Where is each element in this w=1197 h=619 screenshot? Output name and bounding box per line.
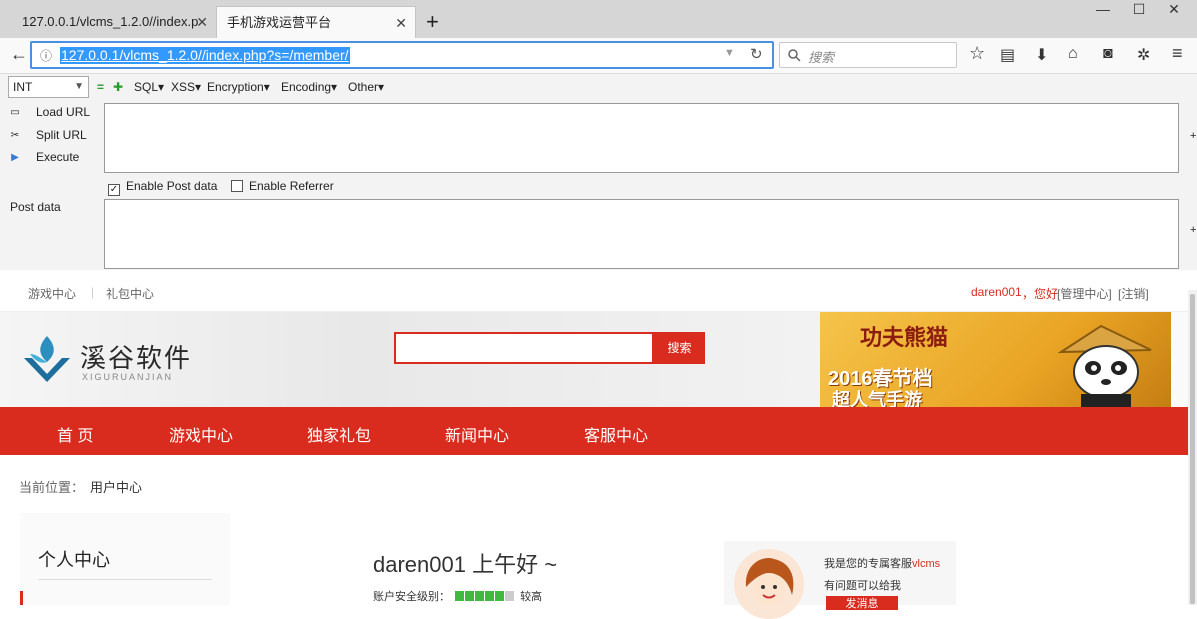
- menu-icon[interactable]: ≡: [1172, 43, 1183, 64]
- banner-title: 功夫熊猫: [860, 325, 949, 350]
- split-url-button[interactable]: ✂ Split URL: [8, 128, 87, 143]
- service-agent-name: vlcms: [912, 558, 941, 570]
- logo-icon[interactable]: [20, 332, 74, 386]
- menu-encryption[interactable]: Encryption▾: [207, 80, 270, 94]
- textarea-scroll-icon[interactable]: +: [1190, 130, 1196, 142]
- search-icon: [788, 49, 801, 62]
- tab-label: 手机游戏运营平台: [227, 15, 332, 30]
- breadcrumb-label: 当前位置：: [19, 480, 85, 495]
- execute-button[interactable]: ▶ Execute: [8, 150, 79, 165]
- dropdown-icon[interactable]: ▼: [724, 47, 735, 59]
- browser-search-input[interactable]: 搜索: [779, 42, 957, 68]
- search-placeholder: 搜索: [808, 50, 835, 65]
- topnav-admin-link[interactable]: [管理中心]: [1057, 285, 1112, 302]
- extension-icon[interactable]: ✲: [1137, 45, 1150, 65]
- home-icon[interactable]: ⌂: [1068, 45, 1078, 63]
- enable-referrer-checkbox[interactable]: Enable Referrer: [231, 179, 334, 193]
- security-level: 账户安全级别： 较高: [373, 588, 542, 604]
- info-icon[interactable]: ⓘ: [40, 47, 52, 64]
- increase-icon[interactable]: ✚: [113, 80, 123, 94]
- banner-line-3: 超人气手游: [832, 390, 922, 407]
- panda-illustration-icon: [1057, 324, 1152, 407]
- website: 游戏中心 | 礼包中心 daren001 ，您好 [管理中心] [注销] 溪谷软…: [0, 270, 1197, 619]
- divider: [38, 579, 212, 580]
- new-tab-icon[interactable]: +: [426, 8, 439, 36]
- url-bar[interactable]: ⓘ 127.0.0.1/vlcms_1.2.0//index.php?s=/me…: [30, 41, 774, 69]
- tab-active[interactable]: 手机游戏运营平台 ✕: [216, 6, 416, 38]
- topnav-logout-link[interactable]: [注销]: [1118, 285, 1149, 302]
- play-icon: ▶: [11, 151, 19, 163]
- post-data-label: Post data: [10, 200, 61, 214]
- tab-inactive[interactable]: 127.0.0.1/vlcms_1.2.0//index.p ✕: [12, 6, 216, 38]
- checkbox-empty-icon: [231, 180, 243, 192]
- back-icon[interactable]: ←: [10, 44, 28, 65]
- nav-news[interactable]: 新闻中心: [445, 422, 509, 446]
- bookmark-star-icon[interactable]: ☆: [969, 43, 985, 64]
- load-url-button[interactable]: ▭ Load URL: [8, 105, 90, 120]
- topnav-divider: |: [91, 285, 95, 299]
- topnav-username[interactable]: daren001: [971, 285, 1022, 299]
- url-textarea[interactable]: [104, 103, 1179, 173]
- site-search-button[interactable]: 搜索: [654, 332, 705, 364]
- security-label: 账户安全级别：: [373, 591, 450, 603]
- select-value: INT: [13, 80, 33, 94]
- topnav-greeting: ，您好: [1022, 287, 1059, 301]
- security-meter: [455, 590, 515, 604]
- logo-name: 溪谷软件: [80, 343, 193, 373]
- send-message-button[interactable]: 发消息: [826, 596, 898, 610]
- menu-other[interactable]: Other▾: [348, 80, 384, 94]
- sidebar-active-indicator: [20, 591, 23, 605]
- scissors-icon: ✂: [10, 129, 20, 141]
- service-card: 我是您的专属客服vlcms 有问题可以给我 发消息: [724, 541, 956, 619]
- close-icon[interactable]: ✕: [196, 6, 208, 38]
- site-header: 溪谷软件 XIGURUANJIAN 搜索 功夫熊猫 2016春节档 超人气手游: [0, 312, 1197, 407]
- checkbox-checked-icon: ✓: [108, 184, 120, 196]
- navigation-bar: ← ⓘ 127.0.0.1/vlcms_1.2.0//index.php?s=/…: [0, 38, 1197, 74]
- menu-encoding[interactable]: Encoding▾: [281, 80, 337, 94]
- user-greeting: daren001 上午好 ~: [373, 552, 558, 577]
- service-line-1: 我是您的专属客服vlcms: [824, 558, 941, 570]
- int-select[interactable]: INT ▼: [8, 76, 89, 98]
- promo-banner[interactable]: 功夫熊猫 2016春节档 超人气手游: [820, 312, 1171, 407]
- security-level-text: 较高: [520, 591, 543, 603]
- reload-icon[interactable]: ↻: [750, 45, 763, 63]
- site-search-input[interactable]: [394, 332, 654, 364]
- decrease-icon[interactable]: =: [97, 80, 104, 94]
- tab-strip: 127.0.0.1/vlcms_1.2.0//index.p ✕ 手机游戏运营平…: [0, 0, 1197, 38]
- logo-subtitle: XIGURUANJIAN: [82, 372, 174, 382]
- breadcrumb-current[interactable]: 用户中心: [90, 477, 142, 496]
- menu-xss[interactable]: XSS▾: [171, 80, 201, 94]
- chevron-down-icon: ▼: [74, 81, 84, 92]
- hackbar-panel: INT ▼ = ✚ SQL▾ XSS▾ Encryption▾ Encoding…: [0, 74, 1197, 270]
- page-scrollbar[interactable]: [1188, 290, 1197, 605]
- nav-games[interactable]: 游戏中心: [169, 422, 233, 446]
- nav-service[interactable]: 客服中心: [584, 422, 648, 446]
- reading-list-icon[interactable]: ▤: [1000, 45, 1015, 65]
- load-url-icon: ▭: [10, 106, 20, 118]
- topnav-link-gifts[interactable]: 礼包中心: [106, 285, 154, 302]
- pocket-icon[interactable]: ◙: [1103, 45, 1113, 63]
- menu-sql[interactable]: SQL▾: [134, 80, 164, 94]
- sidebar: 个人中心: [20, 513, 230, 605]
- sidebar-title: 个人中心: [38, 550, 110, 570]
- scrollbar-thumb[interactable]: [1190, 294, 1195, 604]
- avatar: [734, 549, 804, 619]
- close-icon[interactable]: ✕: [395, 7, 407, 38]
- nav-gifts[interactable]: 独家礼包: [307, 422, 371, 446]
- window-close-icon[interactable]: ✕: [1151, 0, 1197, 20]
- download-icon[interactable]: ⬇: [1035, 45, 1048, 65]
- main-nav: 首 页 游戏中心 独家礼包 新闻中心 客服中心: [0, 407, 1197, 455]
- url-text[interactable]: 127.0.0.1/vlcms_1.2.0//index.php?s=/memb…: [60, 47, 350, 64]
- post-data-textarea[interactable]: [104, 199, 1179, 269]
- post-textarea-scroll-icon[interactable]: +: [1190, 224, 1196, 236]
- topnav-link-games[interactable]: 游戏中心: [28, 285, 76, 302]
- nav-home[interactable]: 首 页: [57, 422, 93, 446]
- site-topnav: 游戏中心 | 礼包中心 daren001 ，您好 [管理中心] [注销]: [0, 270, 1197, 312]
- enable-post-checkbox[interactable]: ✓ Enable Post data: [108, 179, 217, 196]
- service-line-2: 有问题可以给我: [824, 580, 901, 592]
- tab-label: 127.0.0.1/vlcms_1.2.0//index.p: [22, 14, 199, 29]
